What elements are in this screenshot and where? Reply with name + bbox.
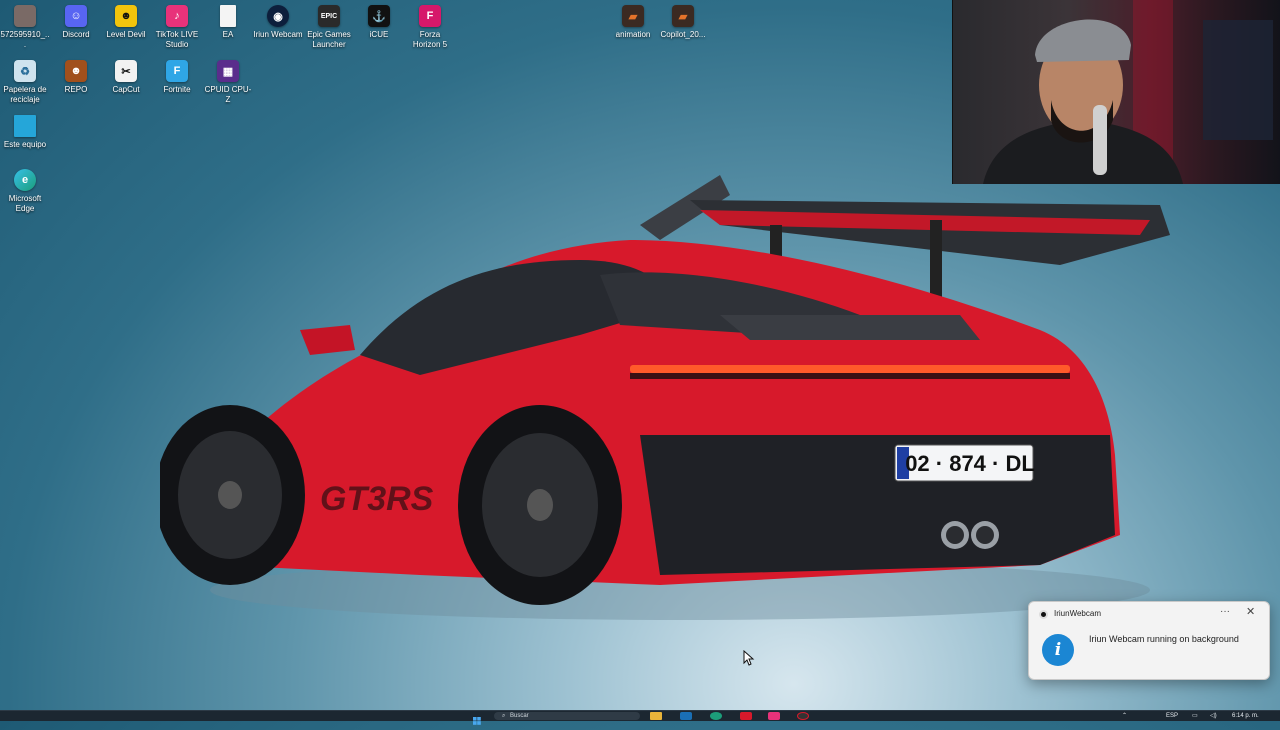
desktop-icon-recycle-bin[interactable]: ♻ Papelera de reciclaje bbox=[0, 55, 50, 105]
recording-app-icon[interactable] bbox=[797, 712, 809, 720]
epic-games-icon: EPIC bbox=[318, 5, 340, 27]
windows-logo-icon bbox=[473, 717, 481, 725]
desktop-icon-animation[interactable]: ▰ animation bbox=[608, 0, 658, 40]
front-wheel bbox=[160, 405, 305, 585]
tiktok-taskbar-icon[interactable] bbox=[768, 712, 780, 720]
recycle-bin-icon: ♻ bbox=[14, 60, 36, 82]
game-icon: ☻ bbox=[65, 60, 87, 82]
desktop-icon-copilot[interactable]: ▰ Copilot_20... bbox=[658, 0, 708, 40]
discord-icon: ☺ bbox=[65, 5, 87, 27]
desktop-icon-fortnite[interactable]: F Fortnite bbox=[152, 55, 202, 95]
mouse-cursor-icon bbox=[743, 650, 755, 666]
info-icon: i bbox=[1042, 634, 1074, 666]
computer-icon bbox=[14, 115, 36, 137]
edge-icon: e bbox=[14, 169, 36, 191]
game-icon: ☻ bbox=[115, 5, 137, 27]
folder-icon: ▰ bbox=[672, 5, 694, 27]
desktop-icon-forza-horizon-5[interactable]: F Forza Horizon 5 bbox=[405, 0, 455, 50]
taskbar-app-icon-red[interactable] bbox=[740, 712, 752, 720]
desktop-icon-iriun-webcam[interactable]: ◉ Iriun Webcam bbox=[253, 0, 303, 40]
taskbar: Buscar ⌕ ⌃ ESP ▭ ◁) 6:14 p. m. bbox=[0, 710, 1280, 725]
tray-chevron-icon[interactable]: ⌃ bbox=[1122, 712, 1127, 720]
network-icon[interactable]: ▭ bbox=[1192, 712, 1198, 720]
rear-wheel bbox=[458, 405, 622, 605]
tiktok-icon: ♪ bbox=[166, 5, 188, 27]
desktop-icon-repo[interactable]: ☻ REPO bbox=[51, 55, 101, 95]
desktop-icon-ea[interactable]: EA bbox=[203, 0, 253, 40]
taskbar-search-box[interactable]: Buscar bbox=[494, 712, 640, 720]
icue-icon: ⚓ bbox=[368, 5, 390, 27]
desktop-icon-discord[interactable]: ☺ Discord bbox=[51, 0, 101, 40]
desktop-icon-level-devil[interactable]: ☻ Level Devil bbox=[101, 0, 151, 40]
desktop-icon-microsoft-edge[interactable]: e Microsoft Edge bbox=[0, 164, 50, 214]
more-options-button[interactable]: ··· bbox=[1220, 606, 1230, 617]
webcam-person-image bbox=[983, 0, 1273, 184]
volume-icon[interactable]: ◁) bbox=[1210, 712, 1217, 720]
toast-notification[interactable]: IriunWebcam ··· ✕ i Iriun Webcam running… bbox=[1028, 601, 1270, 680]
desktop-icon-cpu-z[interactable]: ▦ CPUID CPU-Z bbox=[203, 55, 253, 105]
file-icon bbox=[220, 5, 236, 27]
desktop-icon-capcut[interactable]: ✂ CapCut bbox=[101, 55, 151, 95]
file-explorer-icon[interactable] bbox=[650, 712, 662, 720]
notification-message: Iriun Webcam running on background bbox=[1089, 634, 1239, 644]
license-plate: 02 · 874 · DL bbox=[905, 451, 1035, 476]
gt3rs-badge: GT3RS bbox=[320, 480, 434, 518]
cpu-z-icon: ▦ bbox=[217, 60, 239, 82]
photo-icon bbox=[14, 5, 36, 27]
language-indicator[interactable]: ESP bbox=[1166, 712, 1178, 720]
desktop-icon-photo[interactable]: 572595910_... bbox=[0, 0, 50, 50]
clock[interactable]: 6:14 p. m. bbox=[1232, 712, 1259, 720]
folder-icon: ▰ bbox=[622, 5, 644, 27]
capcut-icon: ✂ bbox=[115, 60, 137, 82]
store-icon[interactable] bbox=[680, 712, 692, 720]
start-button[interactable] bbox=[470, 712, 484, 725]
desktop-icon-icue[interactable]: ⚓ iCUE bbox=[354, 0, 404, 40]
notification-app-name: IriunWebcam bbox=[1054, 609, 1101, 618]
search-icon: ⌕ bbox=[502, 713, 506, 719]
wallpaper-car: 02 · 874 · DL GT3RS bbox=[160, 175, 1170, 620]
webcam-icon: ◉ bbox=[267, 5, 289, 27]
desktop-icon-epic-games[interactable]: EPIC Epic Games Launcher bbox=[304, 0, 354, 50]
search-placeholder: Buscar bbox=[510, 713, 529, 719]
desktop-icon-this-pc[interactable]: Este equipo bbox=[0, 110, 50, 150]
fortnite-icon: F bbox=[166, 60, 188, 82]
forza-icon: F bbox=[419, 5, 441, 27]
iriun-app-icon bbox=[1039, 610, 1048, 619]
close-notification-button[interactable]: ✕ bbox=[1246, 605, 1255, 618]
edge-taskbar-icon[interactable] bbox=[710, 712, 722, 720]
webcam-overlay bbox=[952, 0, 1280, 184]
desktop-icon-tiktok-live-studio[interactable]: ♪ TikTok LIVE Studio bbox=[152, 0, 202, 50]
